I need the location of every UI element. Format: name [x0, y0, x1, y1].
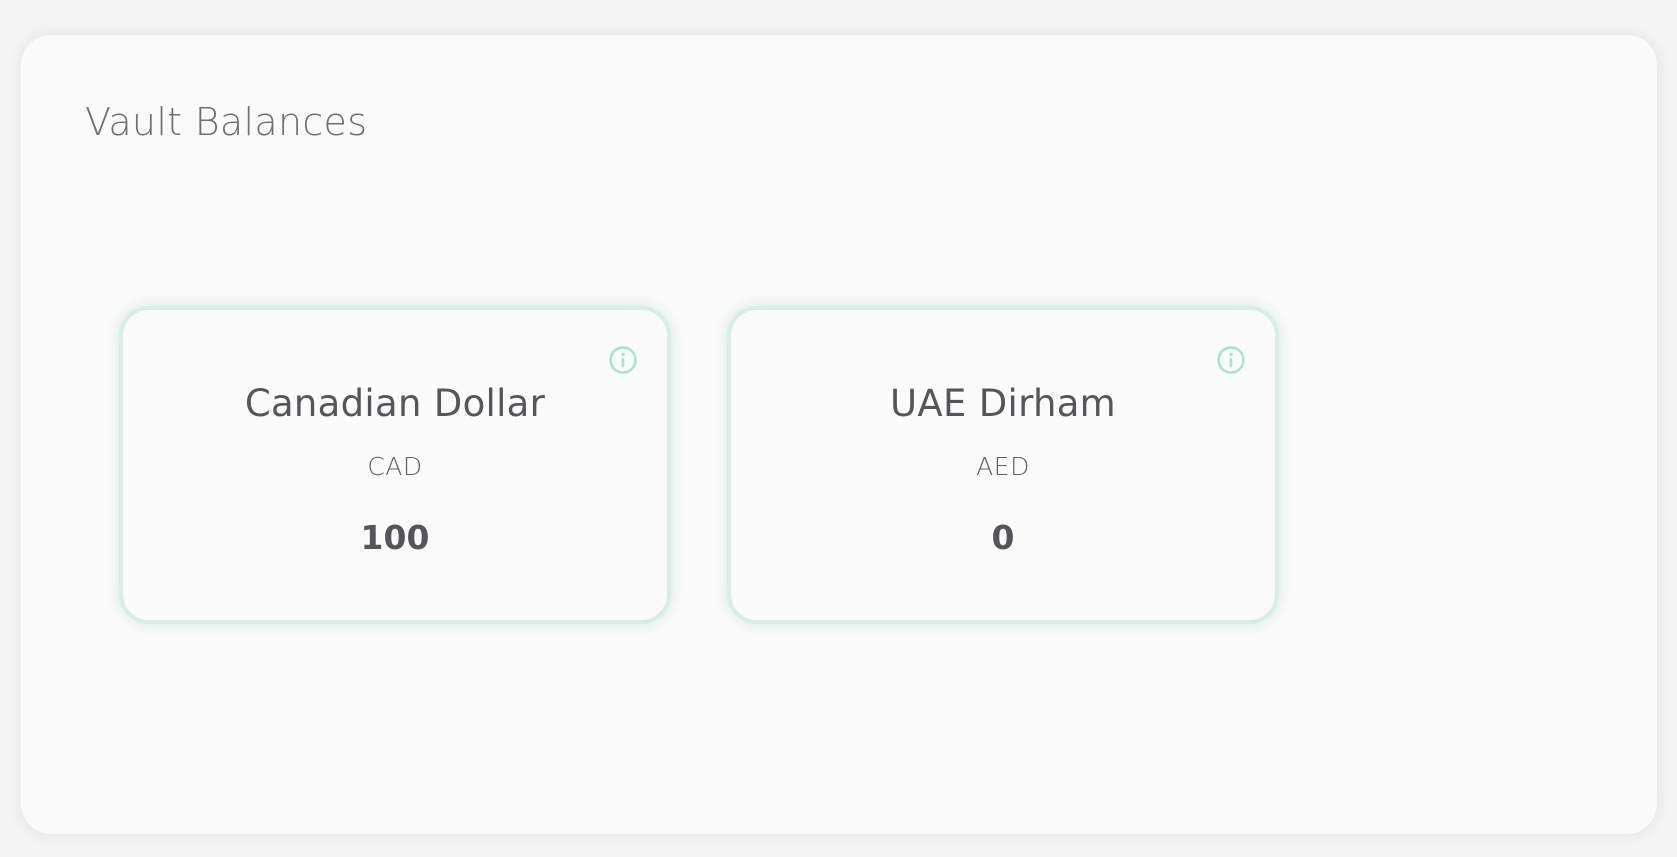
vault-balances-panel: Vault Balances Canadian Dollar CAD 100 U…: [21, 35, 1657, 834]
currency-name: Canadian Dollar: [244, 382, 546, 425]
balance-cards: Canadian Dollar CAD 100 UAE Dirham AED 0: [119, 306, 1279, 624]
currency-code: AED: [976, 452, 1030, 481]
balance-amount: 0: [991, 518, 1015, 557]
currency-code: CAD: [367, 452, 423, 481]
info-icon[interactable]: [1216, 345, 1246, 375]
currency-name: UAE Dirham: [889, 382, 1117, 425]
balance-card-cad: Canadian Dollar CAD 100: [119, 306, 671, 624]
balance-amount: 100: [360, 518, 430, 557]
panel-title: Vault Balances: [85, 100, 368, 144]
info-icon[interactable]: [608, 345, 638, 375]
balance-card-aed: UAE Dirham AED 0: [727, 306, 1279, 624]
